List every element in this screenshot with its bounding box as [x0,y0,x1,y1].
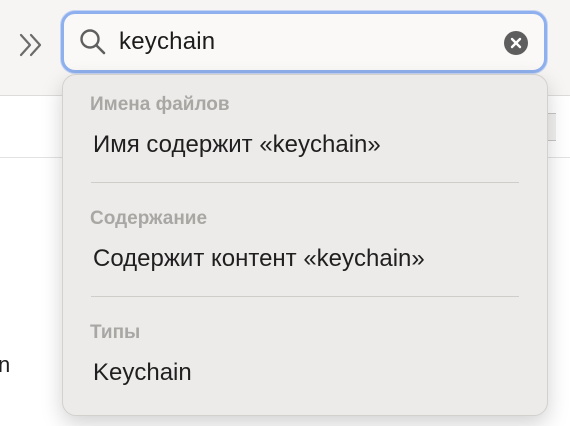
suggestion-kind-keychain[interactable]: Keychain [93,359,192,387]
clear-search-button[interactable] [504,31,528,55]
section-header-contents: Содержание [90,208,208,229]
suggestion-name-contains[interactable]: Имя содержит «keychain» [93,131,381,159]
double-chevron-right-icon [19,33,42,57]
clear-x-icon [510,37,522,49]
section-header-kinds: Типы [90,322,141,343]
magnifying-glass-icon [80,29,106,55]
section-divider [91,296,519,297]
section-header-filenames: Имена файлов [90,94,230,115]
toolbar-overflow-button[interactable] [18,30,48,60]
search-input[interactable]: keychain [119,28,215,56]
section-divider [91,182,519,183]
search-suggestions-dropdown: Имена файлов Имя содержит «keychain» Сод… [62,74,548,416]
suggestion-content-contains[interactable]: Содержит контент «keychain» [93,245,425,273]
background-text-fragment: n [0,352,11,377]
search-field[interactable]: keychain [61,11,547,73]
finder-window: n keychain Имена файлов Имя содержит «ke… [0,0,570,426]
